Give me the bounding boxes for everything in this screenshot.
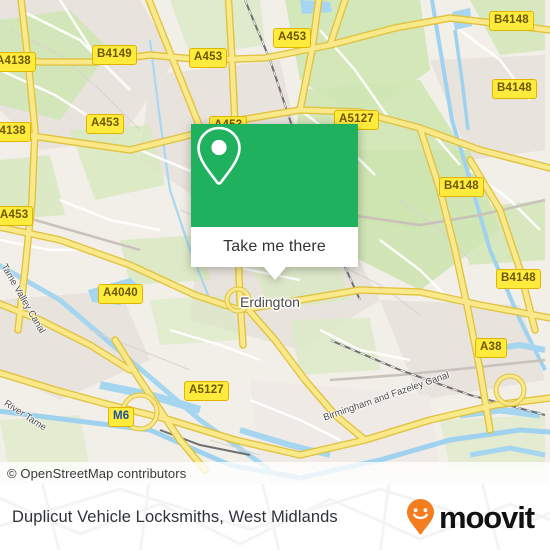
road-shield: B4148 bbox=[492, 79, 537, 99]
moovit-wordmark: moovit bbox=[438, 499, 535, 535]
road-shield: A453 bbox=[273, 28, 312, 48]
road-shield: A4040 bbox=[98, 284, 143, 304]
place-label: Erdington bbox=[240, 294, 300, 310]
popup-pointer bbox=[263, 266, 287, 280]
page-title: Duplicut Vehicle Locksmiths, West Midlan… bbox=[12, 484, 338, 550]
road-shield: A4138 bbox=[0, 122, 31, 142]
location-popup-card[interactable]: Take me there bbox=[191, 124, 358, 280]
road-shield: A453 bbox=[189, 48, 228, 68]
footer-bar: Duplicut Vehicle Locksmiths, West Midlan… bbox=[0, 484, 550, 550]
map-attribution: © OpenStreetMap contributors bbox=[0, 462, 550, 484]
attribution-text: © OpenStreetMap contributors bbox=[7, 465, 187, 481]
road-shield: B4148 bbox=[439, 177, 484, 197]
take-me-there-button[interactable]: Take me there bbox=[191, 227, 358, 267]
road-shield: A38 bbox=[475, 338, 507, 358]
road-shield: A4138 bbox=[0, 52, 36, 72]
road-shield: A453 bbox=[86, 114, 125, 134]
road-shield: B4148 bbox=[496, 269, 541, 289]
page-title-text: Duplicut Vehicle Locksmiths, West Midlan… bbox=[12, 507, 338, 526]
take-me-there-label: Take me there bbox=[223, 238, 326, 255]
moovit-smiley-pin-icon bbox=[406, 499, 434, 535]
map-location-page: A4138 A4138 B4149 A453 A453 B4148 B4148 A453 A45… bbox=[0, 0, 550, 550]
road-shield: M6 bbox=[108, 407, 135, 427]
road-shield: A453 bbox=[0, 206, 34, 226]
road-shield: B4149 bbox=[92, 45, 137, 65]
popup-image bbox=[191, 124, 358, 227]
road-shield: A5127 bbox=[184, 381, 229, 401]
map-pin-icon bbox=[197, 126, 241, 185]
moovit-logo[interactable]: moovit bbox=[406, 484, 535, 550]
road-shield: B4148 bbox=[489, 11, 534, 31]
map-canvas[interactable]: A4138 A4138 B4149 A453 A453 B4148 B4148 A453 A45… bbox=[0, 0, 550, 484]
